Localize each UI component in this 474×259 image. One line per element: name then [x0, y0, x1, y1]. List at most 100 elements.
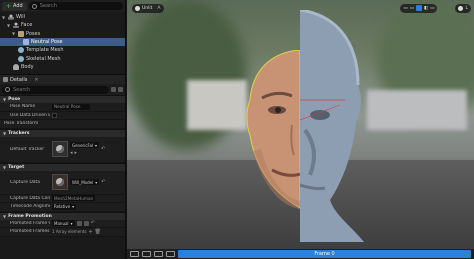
viewport[interactable]: Unlit A ▭ ▭ ◧ ▭ L Frame 0 — [127, 0, 474, 259]
tree-item-will[interactable]: ▼ Will — [0, 13, 125, 21]
tree-item-skeletal-mesh[interactable]: Skeletal Mesh — [0, 54, 125, 62]
section-frame-promotion-label: Frame Promotion — [8, 213, 52, 219]
details-search-placeholder: Search — [13, 86, 31, 93]
tracker-thumbnail[interactable] — [52, 141, 68, 158]
details-search-input[interactable]: Search — [2, 85, 109, 94]
person-icon — [13, 22, 19, 29]
keyframe-icon[interactable] — [166, 251, 175, 257]
person-icon — [8, 14, 14, 21]
asset-icon[interactable] — [76, 220, 82, 226]
split-view-icon[interactable]: ◧ — [424, 6, 428, 11]
pose-transform-label: Pose Transform — [4, 121, 39, 127]
use-selected-icon[interactable]: ▸ — [75, 150, 78, 156]
grid-view-icon[interactable] — [111, 87, 116, 93]
pose-icon — [23, 39, 29, 46]
reset-icon[interactable]: ↶ — [101, 179, 105, 185]
camera-icon[interactable]: A — [157, 6, 160, 11]
capture-data-dropdown[interactable]: Will_Model ▾ — [70, 179, 100, 186]
video-icon[interactable] — [154, 251, 163, 257]
tree-item-label: Template Mesh — [26, 47, 64, 54]
single-view-icon[interactable] — [415, 5, 422, 11]
default-tracker-label: Default Tracker — [10, 146, 45, 152]
lit-mode-icon — [135, 5, 140, 11]
chevron-down-icon: ▾ — [70, 220, 73, 226]
pose-name-label: Pose Name — [10, 104, 36, 110]
display-toggle-group: ▭ ▭ ◧ ▭ — [400, 3, 438, 13]
expand-arrow-icon[interactable]: ▼ — [6, 23, 11, 28]
tree-item-label: Will — [16, 14, 26, 21]
frame-label: Frame 0 — [314, 251, 335, 257]
row-pose-name: Pose Name Neutral Pose — [0, 103, 125, 112]
frame-indicator[interactable]: Frame 0 — [178, 250, 471, 258]
expand-arrow-icon[interactable]: ▼ — [11, 31, 16, 36]
details-tab[interactable]: Details ✕ — [0, 74, 125, 85]
reset-icon[interactable]: ↶ — [91, 220, 95, 226]
left-panel: + Add Search ▼ Will ▼ Face ▼ Poses Neutr… — [0, 0, 126, 259]
promoted-frame-dropdown[interactable]: Manual ▾ — [52, 220, 75, 227]
timecode-alignment-value: Relative — [54, 204, 71, 210]
browse-icon[interactable] — [83, 220, 89, 226]
search-icon — [5, 87, 10, 93]
outliner-search-input[interactable]: Search — [28, 2, 123, 10]
promoted-frames-label: Promoted Frames — [10, 229, 50, 235]
tree-item-body[interactable]: Body — [0, 63, 125, 71]
mesh-icon — [18, 47, 24, 54]
expand-arrow-icon[interactable]: ▼ — [1, 15, 6, 20]
row-capture-data-config: Capture Data Config Mesh2MetaHuman — [0, 194, 125, 204]
section-pose[interactable]: ▼ Pose — [0, 95, 125, 104]
tree-item-label: Poses — [26, 30, 41, 37]
pose-name-field[interactable]: Neutral Pose — [52, 103, 90, 110]
row-use-data-driven: Use Data Driven E... — [0, 111, 125, 121]
delete-icon[interactable]: 🗑 — [95, 229, 101, 235]
tree-item-label: Skeletal Mesh — [26, 55, 61, 62]
row-promoted-frame: Promoted Frame C... Manual▾ ↶ — [0, 219, 125, 229]
browse-icon[interactable]: ◂ — [70, 150, 73, 156]
plus-icon: + — [6, 2, 12, 10]
section-frame-promotion[interactable]: ▼ Frame Promotion — [0, 211, 125, 220]
outliner-toolbar: + Add Search — [0, 0, 125, 12]
default-tracker-value: GenericFal — [72, 142, 94, 148]
tree-item-template-mesh[interactable]: Template Mesh — [0, 46, 125, 54]
face-photo-half — [246, 50, 300, 209]
row-pose-transform[interactable]: Pose Transform — [0, 120, 125, 129]
camera-track-icon[interactable] — [142, 251, 151, 257]
timecode-alignment-label: Timecode Alignme... — [10, 204, 50, 210]
lighting-button[interactable]: L — [455, 3, 471, 13]
settings-icon[interactable] — [118, 87, 123, 93]
section-trackers[interactable]: ▼ Trackers — [0, 128, 125, 137]
add-button[interactable]: + Add — [2, 1, 27, 11]
timecode-alignment-dropdown[interactable]: Relative ▾ — [52, 203, 77, 210]
promoted-frame-value: Manual — [54, 220, 69, 226]
view-c-icon[interactable]: ▭ — [430, 6, 434, 11]
chevron-down-icon: ▾ — [95, 142, 98, 148]
capture-data-config-field[interactable]: Mesh2MetaHuman — [52, 195, 96, 202]
outliner-search-placeholder: Search — [39, 3, 57, 9]
view-mode-label: Unlit — [142, 5, 153, 11]
capture-data-thumbnail[interactable] — [52, 174, 68, 191]
promoted-frame-label: Promoted Frame C... — [10, 220, 50, 226]
collapse-arrow-icon: ▼ — [3, 97, 7, 103]
chevron-down-icon: ▾ — [72, 204, 75, 210]
close-icon[interactable]: ✕ — [34, 77, 38, 83]
face-mesh-half — [300, 10, 364, 242]
default-tracker-dropdown[interactable]: GenericFal ▾ — [70, 142, 100, 149]
background-house — [187, 80, 247, 130]
folder-icon — [18, 30, 24, 37]
section-trackers-label: Trackers — [8, 130, 30, 136]
view-b-icon[interactable]: ▭ — [410, 6, 414, 11]
view-a-icon[interactable]: ▭ — [403, 6, 407, 11]
tree-item-face[interactable]: ▼ Face — [0, 21, 125, 29]
tree-item-neutral-pose[interactable]: Neutral Pose — [0, 37, 125, 47]
section-target-label: Target — [8, 164, 25, 170]
layout-icon[interactable] — [130, 251, 139, 257]
add-element-icon[interactable]: + — [88, 229, 92, 235]
tree-item-poses[interactable]: ▼ Poses — [0, 30, 125, 38]
chevron-down-icon: ▾ — [95, 179, 98, 185]
view-mode-button[interactable]: Unlit A — [132, 3, 164, 13]
details-search-bar: Search — [0, 84, 125, 96]
reset-icon[interactable]: ↶ — [101, 146, 105, 152]
use-data-driven-checkbox[interactable] — [52, 112, 57, 118]
section-target[interactable]: ▼ Target — [0, 162, 125, 171]
tree-item-label: Body — [21, 63, 34, 70]
viewport-toolbar: Unlit A ▭ ▭ ◧ ▭ L — [132, 3, 471, 13]
